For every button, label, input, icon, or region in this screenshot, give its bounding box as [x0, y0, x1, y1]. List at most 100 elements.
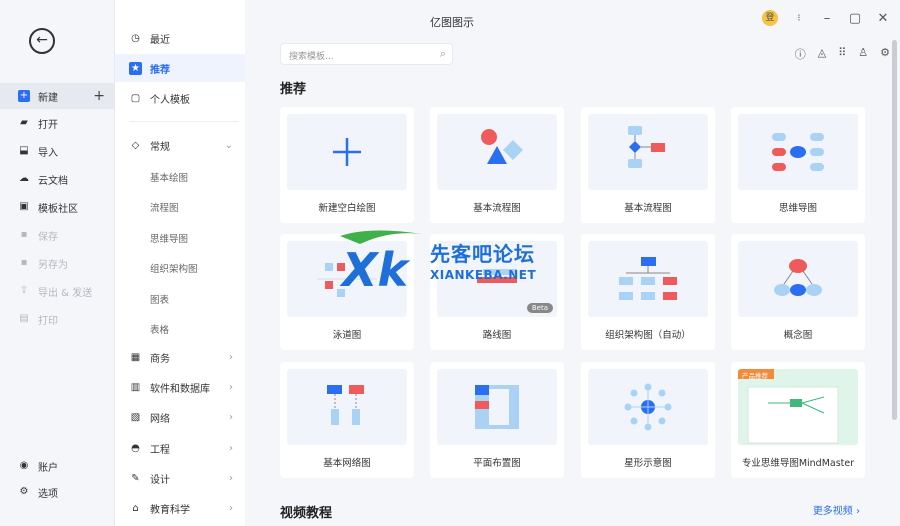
nav-item-options[interactable]: ⚙ 选项 — [0, 479, 115, 505]
search-input[interactable]: 搜索模板... ⌕ — [280, 43, 453, 65]
template-card[interactable]: 基本网络图 — [280, 362, 414, 478]
cat-sub-item[interactable]: 图表 — [150, 292, 169, 306]
cat-network[interactable]: ▧ 网络 › — [115, 403, 245, 431]
product-tag: 产品推荐 — [742, 372, 768, 380]
star-diagram-icon — [624, 383, 672, 431]
login-avatar[interactable]: 登 — [762, 10, 778, 26]
cat-sub-item[interactable]: 基本绘图 — [150, 170, 188, 184]
divider — [129, 121, 239, 122]
nav-item-community[interactable]: ▣ 模板社区 — [0, 194, 115, 220]
back-button[interactable]: ← — [29, 28, 55, 54]
card-thumbnail — [437, 369, 557, 445]
nav-label: 导入 — [38, 147, 58, 159]
folder-icon: ▰ — [20, 117, 28, 128]
window-controls: 登 ⁝ – ▢ ✕ — [762, 10, 890, 26]
nav-item-save-as[interactable]: ▪ 另存为 — [0, 250, 115, 276]
card-label: 组织架构图（自动） — [605, 330, 691, 341]
template-card[interactable]: 基本流程图 — [430, 107, 564, 223]
template-card[interactable]: 泳道图 — [280, 234, 414, 350]
nav-item-save[interactable]: ▪ 保存 — [0, 222, 115, 248]
cat-sub-item[interactable]: 思维导图 — [150, 231, 188, 245]
more-videos-link[interactable]: 更多视频 › — [813, 502, 860, 517]
close-icon[interactable]: ✕ — [876, 11, 890, 26]
cat-sub-item[interactable]: 流程图 — [150, 200, 179, 214]
cat-design[interactable]: ✎ 设计 › — [115, 464, 245, 492]
shapes-icon — [481, 129, 523, 164]
category-nav: ◷ 最近 ★ 推荐 ▢ 个人模板 ◇ 常规 ⌄ 基本绘图 流程图 思维导图 组织… — [115, 0, 245, 526]
cat-engineering[interactable]: ◓ 工程 › — [115, 434, 245, 462]
nav-label: 导出 & 发送 — [38, 287, 93, 299]
template-card[interactable]: 产品推荐 专业思维导图MindMaster — [731, 362, 865, 478]
print-icon: ▤ — [19, 313, 29, 324]
cat-software[interactable]: ▥ 软件和数据库 › — [115, 373, 245, 401]
arrow-left-icon: ← — [36, 32, 48, 48]
card-thumbnail — [588, 114, 708, 190]
star-icon: ★ — [129, 61, 142, 75]
cat-recommended[interactable]: ★ 推荐 — [115, 54, 245, 82]
search-icon[interactable]: ⌕ — [440, 47, 446, 61]
nav-item-new[interactable]: + 新建 + — [0, 83, 115, 109]
left-nav: ← + 新建 + ▰ 打开 ⬓ 导入 ☁ 云文档 ▣ 模板社区 ▪ 保存 ▪ 另… — [0, 0, 115, 526]
tag-icon: ◇ — [131, 139, 140, 151]
cat-sub-item[interactable]: 组织架构图 — [150, 261, 198, 275]
scrollbar[interactable] — [892, 40, 897, 420]
apps-icon[interactable]: ⠿ — [838, 46, 846, 62]
cat-label: 推荐 — [150, 64, 170, 76]
nav-label: 账户 — [38, 462, 58, 474]
nav-label: 模板社区 — [38, 203, 78, 215]
card-thumbnail — [287, 369, 407, 445]
org-chart-icon — [619, 257, 677, 300]
bell-icon[interactable]: ◬ — [818, 46, 826, 62]
flowchart-icon — [628, 126, 665, 168]
card-label: 思维导图 — [778, 203, 817, 214]
template-card[interactable]: 基本流程图 — [581, 107, 715, 223]
nav-item-export[interactable]: ⇪ 导出 & 发送 — [0, 278, 115, 304]
nav-item-import[interactable]: ⬓ 导入 — [0, 138, 115, 164]
cloud-icon: ☁ — [19, 173, 29, 184]
chevron-down-icon: ⌄ — [224, 139, 233, 151]
cat-label: 个人模板 — [150, 94, 190, 106]
swimlane-icon — [317, 263, 377, 297]
cat-business[interactable]: ▦ 商务 › — [115, 343, 245, 371]
section-title: 推荐 — [280, 82, 307, 97]
nav-item-cloud[interactable]: ☁ 云文档 — [0, 166, 115, 192]
mindmap-icon — [772, 133, 824, 171]
help-icon[interactable]: ⁝ — [792, 13, 806, 24]
template-card[interactable]: 平面布置图 — [430, 362, 564, 478]
template-card[interactable]: 组织架构图（自动） — [581, 234, 715, 350]
clock-icon: ◷ — [131, 32, 140, 44]
nav-item-print[interactable]: ▤ 打印 — [0, 306, 115, 332]
network-icon: ▧ — [130, 411, 141, 423]
cat-label: 设计 — [150, 474, 170, 486]
cat-sub-item[interactable]: 表格 — [150, 322, 169, 336]
minimize-icon[interactable]: – — [820, 11, 834, 26]
maximize-icon[interactable]: ▢ — [848, 11, 862, 26]
cat-personal[interactable]: ▢ 个人模板 — [115, 84, 245, 112]
plus-icon[interactable]: + — [93, 88, 105, 104]
export-icon: ⇪ — [19, 285, 29, 296]
card-label: 专业思维导图MindMaster — [741, 458, 855, 469]
shirt-icon[interactable]: ♙ — [858, 46, 868, 62]
help-circle-icon[interactable]: ⓘ — [795, 46, 806, 62]
cat-education[interactable]: ⌂ 教育科学 › — [115, 494, 245, 522]
cat-label: 常规 — [150, 141, 170, 153]
nav-item-open[interactable]: ▰ 打开 — [0, 110, 115, 136]
cat-general[interactable]: ◇ 常规 ⌄ — [115, 131, 245, 159]
toolbar-icons: ⓘ ◬ ⠿ ♙ ⚙ — [795, 46, 890, 62]
helmet-icon: ◓ — [131, 442, 140, 454]
nav-item-account[interactable]: ◉ 账户 — [0, 453, 115, 479]
card-thumbnail — [588, 369, 708, 445]
card-thumbnail — [738, 241, 858, 317]
nav-label: 云文档 — [38, 175, 68, 187]
template-card[interactable]: 新建空白绘图 — [280, 107, 414, 223]
nav-label: 另存为 — [38, 259, 68, 271]
cat-label: 软件和数据库 — [150, 383, 210, 395]
settings-icon[interactable]: ⚙ — [880, 46, 890, 62]
cat-recent[interactable]: ◷ 最近 — [115, 24, 245, 52]
template-card[interactable]: Beta 路线图 — [430, 234, 564, 350]
template-card[interactable]: 思维导图 — [731, 107, 865, 223]
video-section-title: 视频教程 — [280, 506, 333, 521]
template-card[interactable]: 星形示意图 — [581, 362, 715, 478]
beta-badge: Beta — [526, 303, 553, 313]
template-card[interactable]: 概念图 — [731, 234, 865, 350]
